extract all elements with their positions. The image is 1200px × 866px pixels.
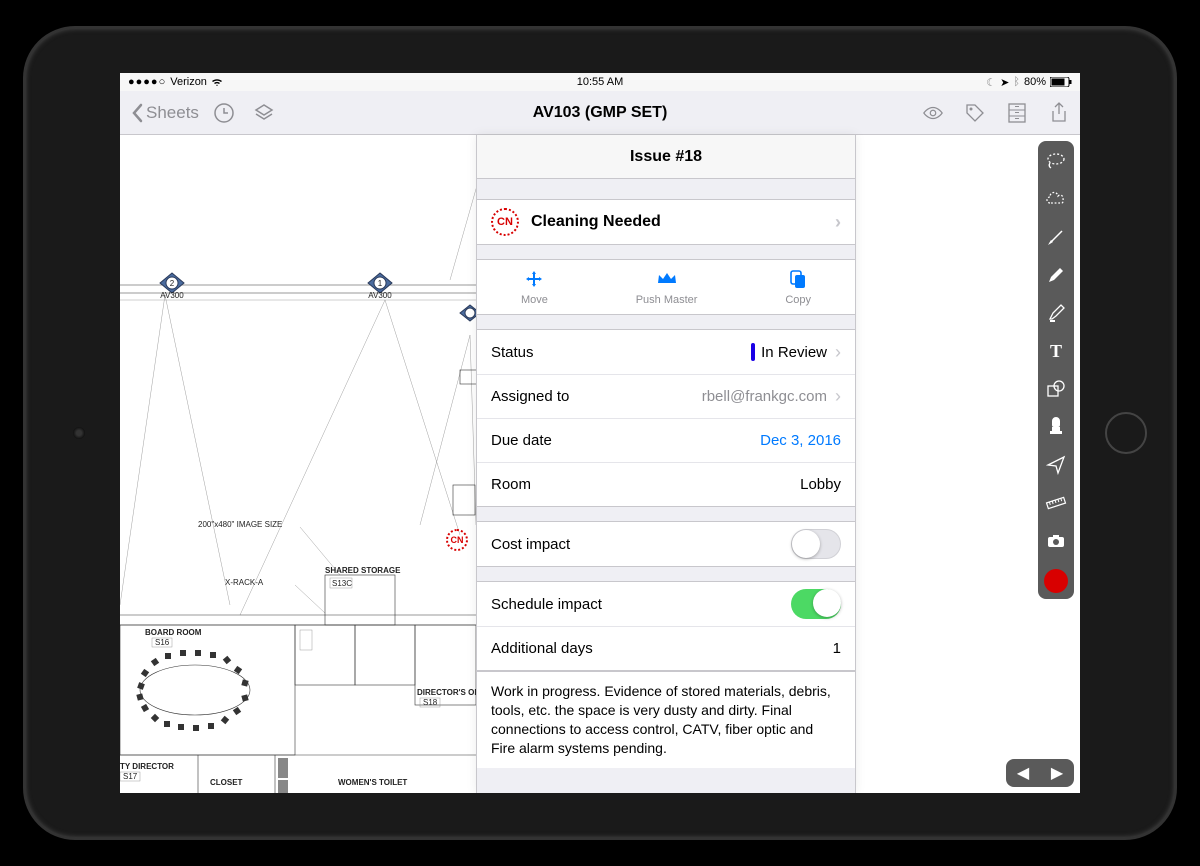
svg-text:TY DIRECTOR: TY DIRECTOR (120, 762, 174, 771)
lasso-icon[interactable] (1042, 147, 1070, 175)
location-icon: ➤ (1000, 76, 1009, 89)
schedule-impact-row: Schedule impact (477, 582, 855, 626)
stamp-icon[interactable] (1042, 413, 1070, 441)
ios-status-bar: ●●●●○ Verizon 10:55 AM ☾ ➤ ᛒ 80% (120, 73, 1080, 91)
room-row[interactable]: Room Lobby (477, 462, 855, 506)
svg-text:S18: S18 (423, 698, 438, 707)
svg-text:AV300: AV300 (160, 291, 184, 300)
send-icon[interactable] (1042, 451, 1070, 479)
ipad-camera (73, 427, 85, 439)
svg-text:BOARD ROOM: BOARD ROOM (145, 628, 202, 637)
bluetooth-icon: ᛒ (1013, 76, 1020, 88)
visibility-icon[interactable] (922, 102, 944, 124)
move-action[interactable]: Move (521, 268, 548, 306)
clock-label: 10:55 AM (577, 76, 623, 88)
dnd-icon: ☾ (986, 76, 996, 89)
issue-type-row[interactable]: CN Cleaning Needed › (477, 200, 855, 244)
arrow-tool-icon[interactable] (1042, 223, 1070, 251)
panel-title: Issue #18 (477, 135, 855, 179)
next-sheet-button[interactable]: ▶ (1040, 759, 1074, 787)
share-icon[interactable] (1048, 102, 1070, 124)
ruler-icon[interactable] (1042, 489, 1070, 517)
issue-type-label: Cleaning Needed (531, 213, 827, 231)
schedule-impact-toggle[interactable] (791, 589, 841, 619)
tag-icon[interactable] (964, 102, 986, 124)
status-row[interactable]: Status In Review › (477, 330, 855, 374)
markup-toolbar: T (1038, 141, 1074, 599)
cost-impact-toggle[interactable] (791, 529, 841, 559)
battery-icon (1050, 77, 1072, 87)
chevron-right-icon: › (835, 386, 841, 407)
crown-icon (656, 268, 678, 290)
shapes-icon[interactable] (1042, 375, 1070, 403)
back-button[interactable]: Sheets (130, 103, 199, 123)
assigned-row[interactable]: Assigned to rbell@frankgc.com › (477, 374, 855, 418)
prev-sheet-button[interactable]: ◀ (1006, 759, 1040, 787)
text-tool-icon[interactable]: T (1042, 337, 1070, 365)
push-master-action[interactable]: Push Master (636, 268, 698, 306)
issue-marker-cn[interactable]: CN (446, 529, 468, 551)
issue-description: Work in progress. Evidence of stored mat… (477, 671, 855, 768)
issue-panel: Issue #18 CN Cleaning Needed › (476, 135, 856, 793)
ipad-frame: ●●●●○ Verizon 10:55 AM ☾ ➤ ᛒ 80% Sheets (25, 28, 1175, 838)
record-icon[interactable] (1044, 569, 1068, 593)
svg-text:SHARED STORAGE: SHARED STORAGE (325, 566, 401, 575)
wifi-icon (211, 77, 223, 87)
signal-dots-icon: ●●●●○ (128, 76, 166, 88)
svg-text:S16: S16 (155, 638, 170, 647)
due-date-row[interactable]: Due date Dec 3, 2016 (477, 418, 855, 462)
cost-impact-row: Cost impact (477, 522, 855, 566)
chevron-right-icon: › (835, 212, 841, 233)
cloud-icon[interactable] (1042, 185, 1070, 213)
move-icon (524, 268, 544, 290)
additional-days-row[interactable]: Additional days 1 (477, 626, 855, 670)
svg-text:WOMEN'S TOILET: WOMEN'S TOILET (338, 778, 407, 787)
carrier-label: Verizon (170, 76, 207, 88)
svg-text:S13C: S13C (332, 579, 352, 588)
ipad-home-button[interactable] (1105, 412, 1147, 454)
copy-icon (789, 268, 807, 290)
svg-text:CLOSET: CLOSET (210, 778, 243, 787)
svg-text:AV300: AV300 (368, 291, 392, 300)
issue-stamp-icon: CN (491, 208, 519, 236)
navigation-bar: Sheets AV103 (GMP SET) (120, 91, 1080, 135)
cabinet-icon[interactable] (1006, 102, 1028, 124)
back-label: Sheets (146, 103, 199, 123)
svg-text:2: 2 (170, 279, 175, 288)
status-indicator (751, 343, 755, 361)
pencil-icon[interactable] (1042, 261, 1070, 289)
sheet-nav-arrows: ◀ ▶ (1006, 759, 1074, 787)
svg-text:X-RACK-A: X-RACK-A (225, 578, 264, 587)
battery-pct-label: 80% (1024, 76, 1046, 88)
camera-icon[interactable] (1042, 527, 1070, 555)
svg-text:1: 1 (378, 279, 383, 288)
svg-text:200"x480" IMAGE SIZE: 200"x480" IMAGE SIZE (198, 520, 282, 529)
copy-action[interactable]: Copy (785, 268, 811, 306)
layers-icon[interactable] (253, 102, 275, 124)
history-icon[interactable] (213, 102, 235, 124)
svg-text:S17: S17 (123, 772, 138, 781)
highlighter-icon[interactable] (1042, 299, 1070, 327)
chevron-right-icon: › (835, 342, 841, 363)
